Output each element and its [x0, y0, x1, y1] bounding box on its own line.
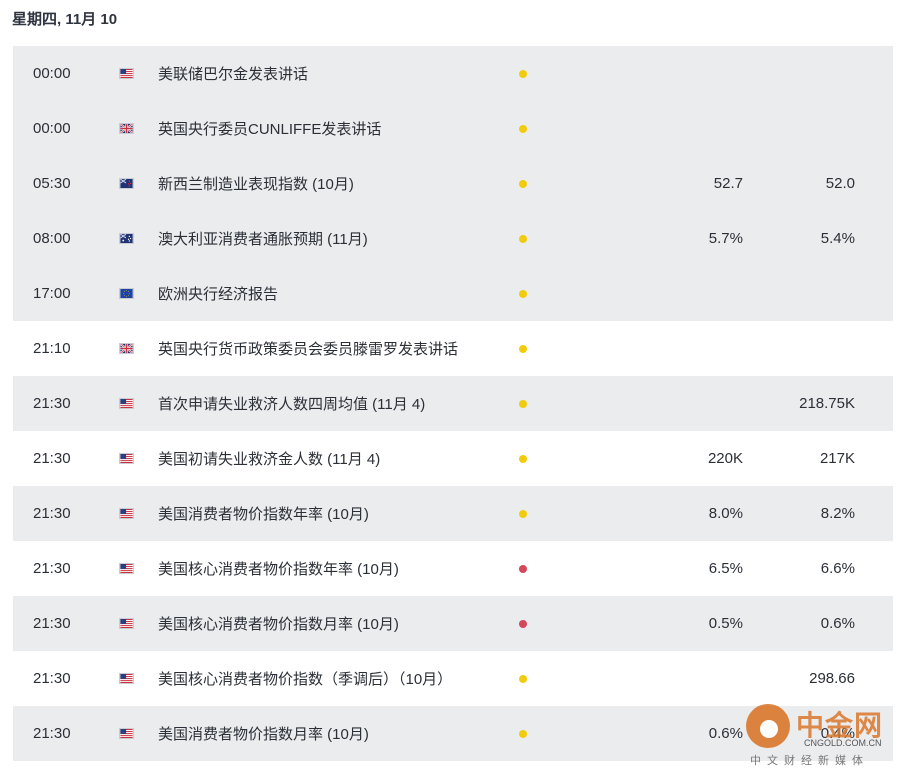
event-row[interactable]: 21:10 英国央行货币政策委员会委员滕雷罗发表讲话 — [13, 321, 893, 376]
importance-medium-dot-icon — [519, 344, 527, 353]
event-row[interactable]: 21:30 美国消费者物价指数年率 (10月) 8.0% 8.2% — [13, 486, 893, 541]
importance-high-dot-icon — [519, 619, 527, 628]
event-value-previous: 298.66 — [809, 670, 855, 687]
event-title[interactable]: 新西兰制造业表现指数 (10月) — [158, 173, 354, 194]
importance-medium-dot-icon — [519, 69, 527, 78]
event-time: 21:30 — [33, 505, 71, 522]
event-value-actual: 0.5% — [708, 615, 743, 632]
event-time: 17:00 — [33, 285, 71, 302]
cngold-logo-icon — [746, 704, 790, 748]
event-row[interactable]: 21:30 首次申请失业救济人数四周均值 (11月 4) 218.75K — [13, 376, 893, 431]
importance-medium-dot-icon — [519, 674, 527, 683]
importance-medium-dot-icon — [519, 399, 527, 408]
event-value-actual: 0.6% — [708, 725, 743, 742]
event-value-previous: 218.75K — [799, 395, 855, 412]
us-flag-icon — [119, 68, 134, 79]
event-time: 21:10 — [33, 340, 71, 357]
event-time: 21:30 — [33, 450, 71, 467]
us-flag-icon — [119, 618, 134, 629]
event-value-previous: 8.2% — [820, 505, 855, 522]
event-value-previous: 52.0 — [825, 175, 855, 192]
event-title[interactable]: 美国核心消费者物价指数（季调后）（10月） — [158, 668, 452, 689]
event-title[interactable]: 美国消费者物价指数月率 (10月) — [158, 723, 369, 744]
event-time: 21:30 — [33, 725, 71, 742]
event-row[interactable]: 00:00 英国央行委员CUNLIFFE发表讲话 — [13, 101, 893, 156]
event-row[interactable]: 05:30 新西兰制造业表现指数 (10月) 52.7 52.0 — [13, 156, 893, 211]
us-flag-icon — [119, 728, 134, 739]
event-title[interactable]: 美国核心消费者物价指数月率 (10月) — [158, 613, 399, 634]
event-value-actual: 220K — [707, 450, 743, 467]
event-title[interactable]: 英国央行委员CUNLIFFE发表讲话 — [158, 118, 381, 139]
event-value-actual: 6.5% — [708, 560, 743, 577]
event-title[interactable]: 澳大利亚消费者通胀预期 (11月) — [158, 228, 368, 249]
event-time: 21:30 — [33, 560, 71, 577]
event-value-previous: 217K — [819, 450, 855, 467]
importance-medium-dot-icon — [519, 289, 527, 298]
uk-flag-icon — [119, 123, 134, 134]
us-flag-icon — [119, 563, 134, 574]
uk-flag-icon — [119, 343, 134, 354]
us-flag-icon — [119, 673, 134, 684]
importance-medium-dot-icon — [519, 179, 527, 188]
importance-medium-dot-icon — [519, 509, 527, 518]
event-row[interactable]: 17:00 欧洲央行经济报告 — [13, 266, 893, 321]
events-table: 00:00 美联储巴尔金发表讲话 00:00 英国央行委员CUNLIFFE发表讲话 05… — [13, 46, 893, 761]
event-row[interactable]: 08:00 澳大利亚消费者通胀预期 (11月) 5.7% 5.4% — [13, 211, 893, 266]
event-time: 00:00 — [33, 120, 71, 137]
event-value-previous: 0.6% — [820, 615, 855, 632]
event-value-previous: 5.4% — [820, 230, 855, 247]
event-title[interactable]: 美联储巴尔金发表讲话 — [158, 63, 308, 84]
eu-flag-icon — [119, 288, 134, 299]
event-title[interactable]: 首次申请失业救济人数四周均值 (11月 4) — [158, 393, 425, 414]
event-title[interactable]: 欧洲央行经济报告 — [158, 283, 278, 304]
watermark: 中金网 CNGOLD.COM.CN 中文财经新媒体 — [742, 698, 902, 776]
watermark-url: CNGOLD.COM.CN — [804, 738, 882, 748]
event-time: 05:30 — [33, 175, 71, 192]
event-time: 00:00 — [33, 65, 71, 82]
event-time: 21:30 — [33, 670, 71, 687]
event-value-actual: 8.0% — [708, 505, 743, 522]
us-flag-icon — [119, 398, 134, 409]
event-value-previous: 6.6% — [820, 560, 855, 577]
us-flag-icon — [119, 508, 134, 519]
nz-flag-icon — [119, 178, 134, 189]
event-row[interactable]: 21:30 美国核心消费者物价指数月率 (10月) 0.5% 0.6% — [13, 596, 893, 651]
event-title[interactable]: 美国初请失业救济金人数 (11月 4) — [158, 448, 380, 469]
event-title[interactable]: 美国消费者物价指数年率 (10月) — [158, 503, 369, 524]
event-value-actual: 5.7% — [708, 230, 743, 247]
importance-medium-dot-icon — [519, 729, 527, 738]
event-time: 08:00 — [33, 230, 71, 247]
au-flag-icon — [119, 233, 134, 244]
importance-medium-dot-icon — [519, 454, 527, 463]
event-title[interactable]: 美国核心消费者物价指数年率 (10月) — [158, 558, 399, 579]
event-title[interactable]: 英国央行货币政策委员会委员滕雷罗发表讲话 — [158, 338, 458, 359]
us-flag-icon — [119, 453, 134, 464]
event-time: 21:30 — [33, 615, 71, 632]
event-row[interactable]: 21:30 美国核心消费者物价指数年率 (10月) 6.5% 6.6% — [13, 541, 893, 596]
date-header: 星期四, 11月 10 — [12, 11, 118, 28]
watermark-subtitle: 中文财经新媒体 — [750, 755, 869, 767]
importance-high-dot-icon — [519, 564, 527, 573]
importance-medium-dot-icon — [519, 124, 527, 133]
event-row[interactable]: 21:30 美国初请失业救济金人数 (11月 4) 220K 217K — [13, 431, 893, 486]
importance-medium-dot-icon — [519, 234, 527, 243]
event-value-actual: 52.7 — [713, 175, 743, 192]
event-row[interactable]: 00:00 美联储巴尔金发表讲话 — [13, 46, 893, 101]
event-time: 21:30 — [33, 395, 71, 412]
